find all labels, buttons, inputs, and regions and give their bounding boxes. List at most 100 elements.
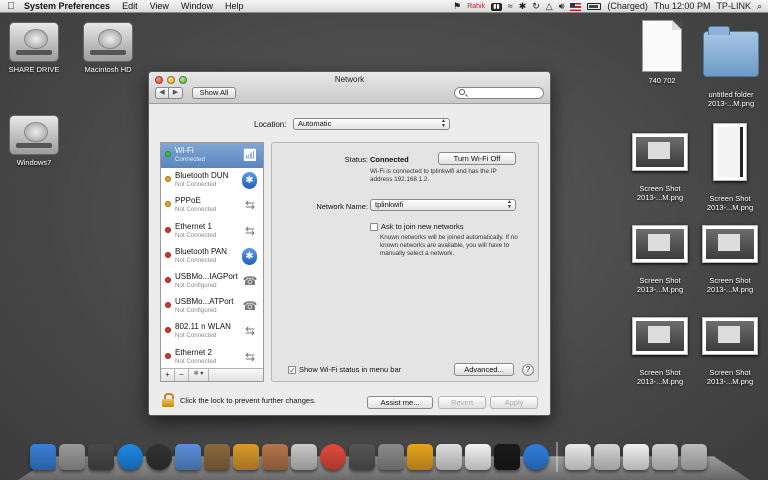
- wifi-menu-icon[interactable]: ≈: [508, 0, 513, 13]
- mail-icon[interactable]: [175, 444, 201, 470]
- service-item[interactable]: 802.11 n WLAN Not Connected ⇆: [161, 319, 263, 344]
- window-titlebar[interactable]: Network ◀ ▶ Show All: [149, 72, 550, 104]
- display-icon[interactable]: ▮▮: [491, 2, 502, 11]
- downloads-stack-icon[interactable]: [623, 444, 649, 470]
- add-service-button[interactable]: +: [161, 369, 175, 381]
- system-preferences-icon[interactable]: [378, 444, 404, 470]
- search-icon: [459, 89, 465, 95]
- menu-app-name[interactable]: System Preferences: [22, 0, 116, 13]
- iphoto-icon[interactable]: [204, 444, 230, 470]
- location-value: Automatic: [298, 119, 332, 128]
- ask-join-checkbox[interactable]: [370, 223, 378, 231]
- service-status: Not Connected: [175, 332, 217, 340]
- revert-button[interactable]: Revert: [438, 396, 486, 409]
- location-popup[interactable]: Automatic ▲ ▼: [293, 118, 450, 130]
- battery-icon[interactable]: [587, 3, 602, 10]
- desktop-screenshot[interactable]: Screen Shot 2013-...M.png: [628, 308, 692, 395]
- menu-view[interactable]: View: [144, 0, 175, 13]
- service-item[interactable]: Wi-Fi Connected 📶︎: [161, 143, 263, 169]
- terminal-icon[interactable]: [494, 444, 520, 470]
- hard-drive-icon: [9, 115, 59, 155]
- network-name-popup[interactable]: tplinkwifi ▲ ▼: [370, 199, 516, 211]
- status-dot-icon: [165, 201, 171, 208]
- lock-icon[interactable]: [162, 393, 174, 407]
- pages-icon[interactable]: [233, 444, 259, 470]
- input-flag-icon[interactable]: [570, 2, 582, 11]
- remove-service-button[interactable]: −: [175, 369, 189, 381]
- bluetooth-menu-icon[interactable]: ✱: [519, 0, 527, 13]
- desktop-screenshot[interactable]: Screen Shot 2013-...M.png: [628, 216, 692, 303]
- advanced-button[interactable]: Advanced...: [454, 363, 514, 376]
- x11-icon[interactable]: [465, 444, 491, 470]
- desktop-screenshot[interactable]: Screen Shot 2013-...M.png: [698, 216, 762, 303]
- dashboard-icon[interactable]: [146, 444, 172, 470]
- assist-me-button[interactable]: Assist me...: [367, 396, 433, 409]
- search-field[interactable]: [454, 87, 544, 99]
- service-item[interactable]: USBMo...IAGPort Not Configured ☎︎: [161, 269, 263, 294]
- folder-stack-icon[interactable]: [652, 444, 678, 470]
- show-wifi-status-label[interactable]: Show Wi-Fi status in menu bar: [299, 365, 401, 374]
- desktop-share-drive[interactable]: SHARE DRIVE: [6, 22, 62, 74]
- desktop-windows7[interactable]: Windows7: [6, 115, 62, 167]
- service-item[interactable]: Bluetooth DUN Not Connected ✱: [161, 168, 263, 193]
- bluetooth-icon: ✱: [242, 172, 257, 190]
- window-title: Network: [334, 75, 365, 84]
- airplay-icon[interactable]: △: [546, 0, 553, 13]
- preview-icon[interactable]: [291, 444, 317, 470]
- desktop-file-740-702[interactable]: 740 702: [632, 20, 692, 85]
- search-input[interactable]: [468, 88, 540, 98]
- back-button[interactable]: ◀: [155, 87, 169, 99]
- show-wifi-status-checkbox[interactable]: ✓: [288, 366, 296, 375]
- service-item[interactable]: USBMo...ATPort Not Configured ☎︎: [161, 294, 263, 319]
- launchpad-icon[interactable]: [59, 444, 85, 470]
- desktop-icon-label: Windows7: [16, 158, 52, 167]
- apple-menu-icon[interactable]: : [0, 0, 22, 13]
- wifi-diagnostics-icon[interactable]: [407, 444, 433, 470]
- desktop-macintosh-hd[interactable]: Macintosh HD: [78, 22, 138, 74]
- arrows-icon: ⇆: [244, 198, 256, 213]
- status-dot-icon: [165, 352, 171, 359]
- service-item[interactable]: Ethernet 1 Not Connected ⇆: [161, 219, 263, 244]
- forward-button[interactable]: ▶: [169, 87, 183, 99]
- status-note: Wi-Fi is connected to tplinkwifi and has…: [370, 168, 497, 183]
- clock[interactable]: Thu 12:00 PM: [654, 0, 711, 13]
- battery-status-text[interactable]: (Charged): [607, 0, 648, 13]
- turn-wifi-off-button[interactable]: Turn Wi-Fi Off: [438, 152, 516, 165]
- network-name[interactable]: TP-LINK: [716, 0, 751, 13]
- desktop-untitled-folder[interactable]: untitled folder 2013-...M.png: [698, 22, 764, 117]
- chrome-icon[interactable]: [320, 444, 346, 470]
- menu-window[interactable]: Window: [175, 0, 219, 13]
- window-stack-icon[interactable]: [594, 444, 620, 470]
- help-button[interactable]: ?: [522, 364, 534, 376]
- desktop-screenshot[interactable]: Screen Shot 2013-...M.png: [698, 114, 762, 221]
- desktop-screenshot[interactable]: Screen Shot 2013-...M.png: [698, 308, 762, 395]
- mission-control-icon[interactable]: [88, 444, 114, 470]
- gear-menu-button[interactable]: ✲ ▾: [189, 369, 209, 381]
- document-stack-icon[interactable]: [565, 444, 591, 470]
- user-badge[interactable]: Rahik: [467, 0, 485, 13]
- finder-icon[interactable]: [30, 444, 56, 470]
- status-label: Status:: [344, 155, 368, 164]
- facetime-icon[interactable]: [349, 444, 375, 470]
- service-item[interactable]: PPPoE Not Connected ⇆: [161, 193, 263, 218]
- app-store-icon[interactable]: [117, 444, 143, 470]
- time-machine-icon[interactable]: ↻: [532, 0, 540, 13]
- migration-icon[interactable]: [436, 444, 462, 470]
- lock-row: Click the lock to prevent further change…: [162, 393, 316, 407]
- desktop-screenshot[interactable]: Screen Shot 2013-...M.png: [628, 124, 692, 211]
- address-book-icon[interactable]: [262, 444, 288, 470]
- itunes-icon[interactable]: [523, 444, 549, 470]
- service-list: Wi-Fi Connected 📶︎ Bluetooth DUN Not Connect…: [160, 142, 264, 382]
- menu-edit[interactable]: Edit: [116, 0, 144, 13]
- service-item[interactable]: Bluetooth PAN Not Connected ✱: [161, 244, 263, 269]
- volume-icon[interactable]: 🔊︎: [559, 0, 565, 13]
- ask-join-label[interactable]: Ask to join new networks: [381, 222, 464, 231]
- service-item[interactable]: Ethernet 2 Not Connected ⇆: [161, 345, 263, 369]
- apply-button[interactable]: Apply: [490, 396, 538, 409]
- service-status: Not Configured: [175, 281, 217, 289]
- show-all-button[interactable]: Show All: [192, 87, 236, 99]
- menu-help[interactable]: Help: [219, 0, 250, 13]
- user-figure-icon[interactable]: ⚑: [453, 0, 461, 13]
- spotlight-icon[interactable]: ⌕: [757, 0, 762, 13]
- trash-icon[interactable]: [681, 444, 707, 470]
